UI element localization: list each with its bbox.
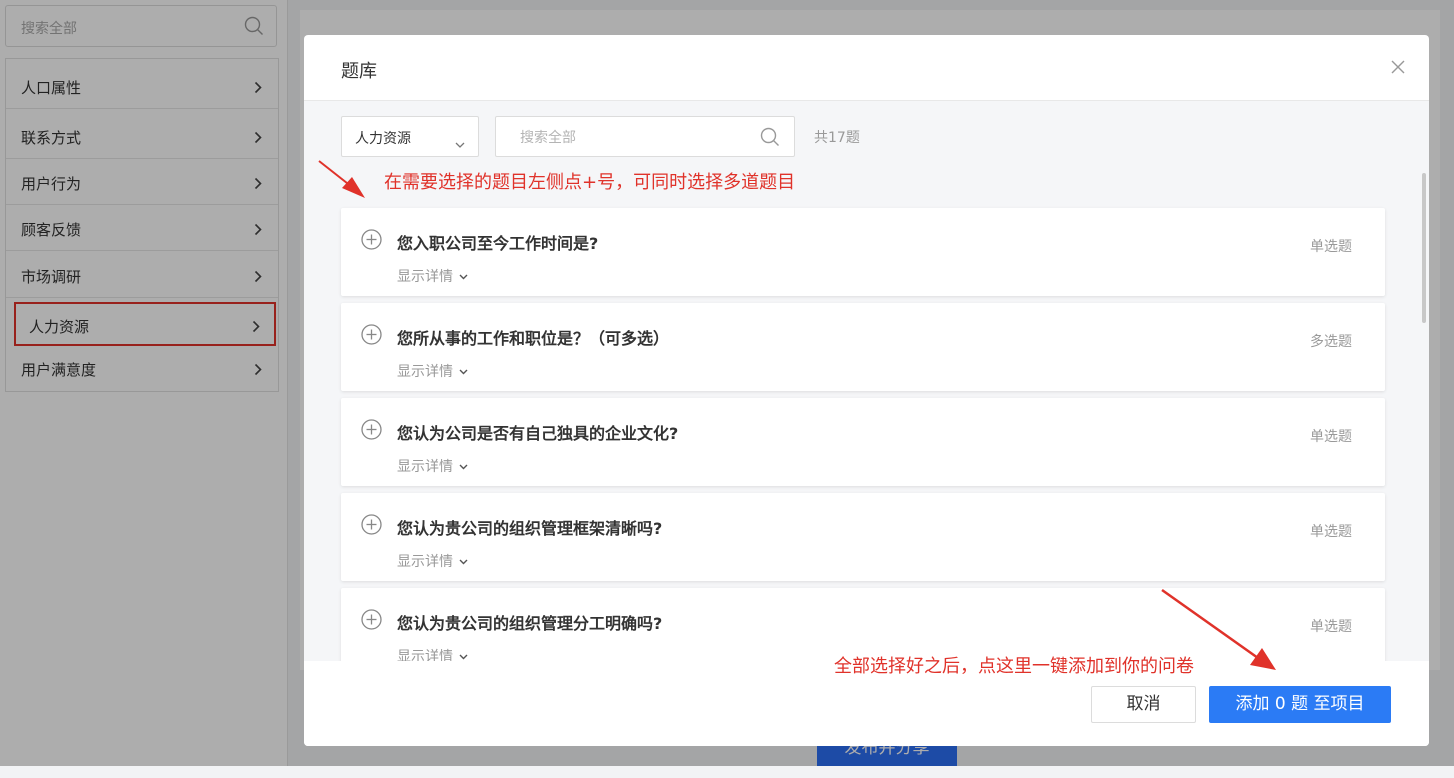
annotation-arrow-bottom — [1161, 588, 1276, 670]
annotation-arrow-top — [318, 160, 365, 198]
annotation-arrows — [318, 160, 1276, 670]
